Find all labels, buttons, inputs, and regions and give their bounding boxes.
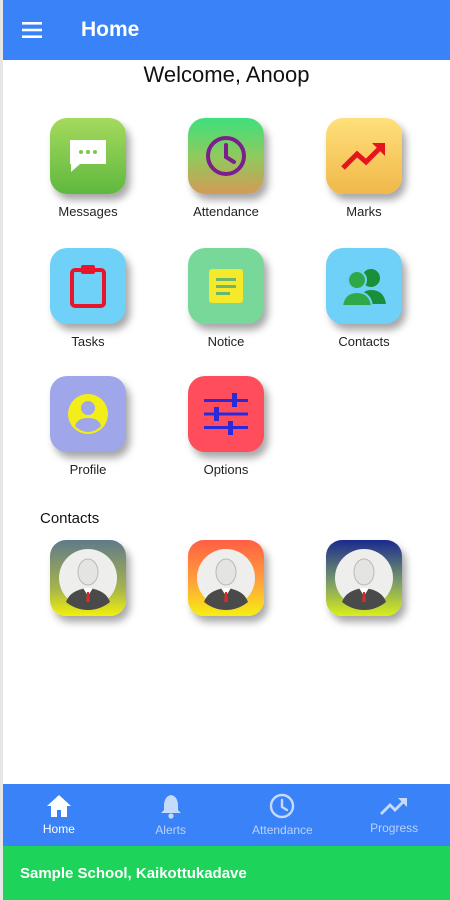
contact-avatar[interactable]	[326, 540, 402, 616]
school-name: Sample School, Kaikottukadave	[20, 864, 247, 882]
left-edge	[0, 0, 3, 900]
clock-icon	[270, 793, 295, 819]
options-tile[interactable]: Options	[171, 376, 281, 477]
tile-label: Attendance	[193, 204, 259, 219]
marks-tile[interactable]: Marks	[309, 118, 419, 219]
app-bar: Home	[3, 0, 450, 60]
tile-label: Messages	[58, 204, 118, 219]
account-circle-icon	[50, 376, 126, 452]
avatar-icon	[335, 549, 393, 610]
tile-label: Tasks	[71, 334, 105, 349]
nav-label: Progress	[370, 821, 419, 835]
tile-label: Options	[203, 462, 249, 477]
tile-label: Profile	[69, 462, 107, 477]
school-footer: Sample School, Kaikottukadave	[3, 846, 450, 900]
profile-tile[interactable]: Profile	[33, 376, 143, 477]
nav-progress[interactable]: Progress	[338, 784, 450, 846]
avatar-icon	[197, 549, 255, 610]
trending-up-icon	[326, 118, 402, 194]
notice-tile[interactable]: Notice	[171, 248, 281, 349]
tile-label: Notice	[207, 334, 245, 349]
attendance-tile[interactable]: Attendance	[171, 118, 281, 219]
bell-icon	[160, 795, 181, 819]
page-title: Home	[81, 18, 140, 41]
nav-alerts[interactable]: Alerts	[115, 784, 227, 846]
tasks-tile[interactable]: Tasks	[33, 248, 143, 349]
tile-label: Marks	[346, 204, 382, 219]
people-icon	[326, 248, 402, 324]
bottom-navigation: Home Alerts Attendance Progress	[3, 784, 450, 846]
nav-label: Alerts	[155, 823, 186, 837]
nav-label: Home	[42, 822, 75, 836]
sliders-icon	[188, 376, 264, 452]
nav-home[interactable]: Home	[3, 784, 115, 846]
hamburger-icon	[22, 22, 42, 38]
avatar-icon	[59, 549, 117, 610]
contact-avatar[interactable]	[188, 540, 264, 616]
note-icon	[188, 248, 264, 324]
chat-bubble-icon	[50, 118, 126, 194]
nav-label: Attendance	[252, 823, 313, 837]
tile-label: Contacts	[338, 334, 390, 349]
home-icon	[46, 795, 71, 817]
trending-up-icon	[380, 798, 408, 815]
messages-tile[interactable]: Messages	[33, 118, 143, 219]
contact-avatar[interactable]	[50, 540, 126, 616]
welcome-message: Welcome, Anoop	[143, 62, 310, 87]
contacts-heading: Contacts	[40, 510, 100, 527]
clipboard-icon	[50, 248, 126, 324]
clock-icon	[188, 118, 264, 194]
menu-button[interactable]	[3, 0, 63, 60]
nav-attendance[interactable]: Attendance	[227, 784, 339, 846]
contacts-tile[interactable]: Contacts	[309, 248, 419, 349]
